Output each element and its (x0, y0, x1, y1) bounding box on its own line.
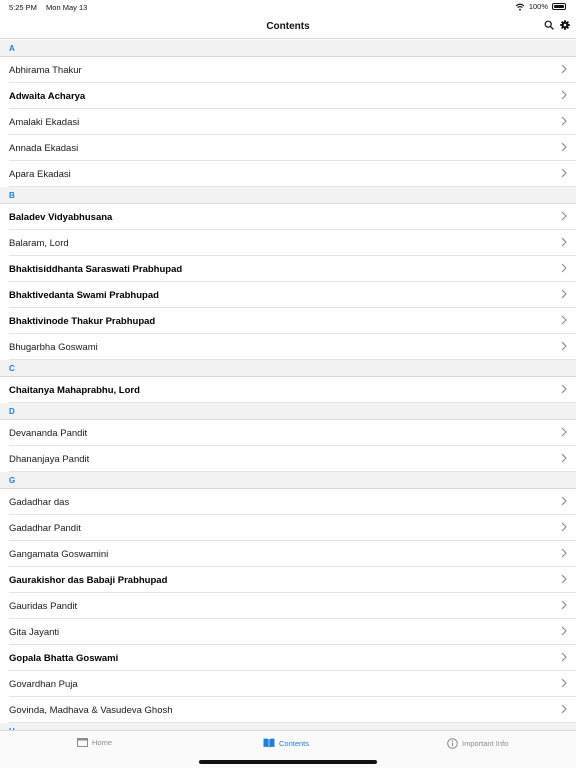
list-item-label: Baladev Vidyabhusana (9, 212, 113, 223)
list-item-label: Bhaktivedanta Swami Prabhupad (9, 290, 159, 301)
tab-important-info[interactable]: Important Info (447, 738, 508, 749)
list-item-label: Amalaki Ekadasi (9, 117, 80, 128)
chevron-right-icon (561, 496, 567, 506)
chevron-right-icon (561, 652, 567, 662)
info-icon (447, 738, 458, 749)
tab-contents[interactable]: Contents (263, 738, 309, 748)
status-bar: 5:25 PM Mon May 13 100% (0, 0, 576, 14)
list-item[interactable]: Balaram, Lord (9, 230, 576, 256)
nav-actions (544, 20, 570, 30)
tab-contents-label: Contents (279, 738, 310, 748)
status-right: 100% (515, 2, 566, 11)
battery-icon (552, 3, 566, 10)
list-item[interactable]: Gaurakishor das Babaji Prabhupad (9, 567, 576, 593)
list-item[interactable]: Bhaktisiddhanta Saraswati Prabhupad (9, 256, 576, 282)
list-item-label: Devananda Pandit (9, 428, 88, 439)
chevron-right-icon (561, 90, 567, 100)
chevron-right-icon (561, 315, 567, 325)
section-header: D (0, 403, 576, 420)
list-item-label: Gauridas Pandit (9, 601, 78, 612)
list-item-label: Gangamata Goswamini (9, 549, 109, 560)
list-item[interactable]: Gita Jayanti (9, 619, 576, 645)
status-date: Mon May 13 (46, 3, 88, 12)
battery-percent: 100% (528, 2, 548, 11)
chevron-right-icon (561, 548, 567, 558)
list-item-label: Dhananjaya Pandit (9, 454, 90, 465)
chevron-right-icon (561, 237, 567, 247)
section-header: C (0, 360, 576, 377)
list-item[interactable]: Bhaktivedanta Swami Prabhupad (9, 282, 576, 308)
list-item-label: Balaram, Lord (9, 238, 69, 249)
home-icon (77, 738, 88, 747)
list-item[interactable]: Gadadhar Pandit (9, 515, 576, 541)
page-title: Contents (266, 21, 310, 32)
list-item[interactable]: Abhirama Thakur (9, 57, 576, 83)
section-header: A (0, 40, 576, 57)
list-item-label: Gadadhar Pandit (9, 523, 81, 534)
list-item-label: Abhirama Thakur (9, 65, 82, 76)
status-left: 5:25 PM Mon May 13 (9, 3, 94, 12)
list-item[interactable]: Gopala Bhatta Goswami (9, 645, 576, 671)
chevron-right-icon (561, 574, 567, 584)
chevron-right-icon (561, 427, 567, 437)
list-item[interactable]: Bhugarbha Goswami (9, 334, 576, 360)
gear-icon[interactable] (560, 20, 570, 30)
list-item-label: Bhugarbha Goswami (9, 342, 98, 353)
tab-home[interactable]: Home (77, 738, 112, 747)
list-item-label: Gadadhar das (9, 497, 70, 508)
list-item[interactable]: Gadadhar das (9, 489, 576, 515)
list-item-label: Bhaktivinode Thakur Prabhupad (9, 316, 156, 327)
chevron-right-icon (561, 263, 567, 273)
list-item[interactable]: Chaitanya Mahaprabhu, Lord (9, 377, 576, 403)
list-item-label: Annada Ekadasi (9, 143, 79, 154)
chevron-right-icon (561, 211, 567, 221)
chevron-right-icon (561, 626, 567, 636)
nav-bar: Contents (0, 14, 576, 39)
list-item[interactable]: Bhaktivinode Thakur Prabhupad (9, 308, 576, 334)
list-item[interactable]: Amalaki Ekadasi (9, 109, 576, 135)
list-item-label: Gaurakishor das Babaji Prabhupad (9, 575, 168, 586)
chevron-right-icon (561, 704, 567, 714)
list-item-label: Bhaktisiddhanta Saraswati Prabhupad (9, 264, 183, 275)
list-item-label: Gita Jayanti (9, 627, 60, 638)
list-item[interactable]: Apara Ekadasi (9, 161, 576, 187)
chevron-right-icon (561, 600, 567, 610)
list-item[interactable]: Gangamata Goswamini (9, 541, 576, 567)
chevron-right-icon (561, 384, 567, 394)
list-item-label: Gopala Bhatta Goswami (9, 653, 119, 664)
chevron-right-icon (561, 453, 567, 463)
status-time: 5:25 PM (9, 3, 37, 12)
list-item[interactable]: Baladev Vidyabhusana (9, 204, 576, 230)
list-item-label: Chaitanya Mahaprabhu, Lord (9, 385, 140, 396)
list-item[interactable]: Gauridas Pandit (9, 593, 576, 619)
list-item-label: Govardhan Puja (9, 679, 78, 690)
chevron-right-icon (561, 142, 567, 152)
book-icon (263, 738, 275, 748)
chevron-right-icon (561, 289, 567, 299)
list-item-label: Apara Ekadasi (9, 169, 71, 180)
chevron-right-icon (561, 168, 567, 178)
chevron-right-icon (561, 116, 567, 126)
tab-home-label: Home (92, 738, 113, 747)
section-header: B (0, 187, 576, 204)
list-item[interactable]: Devananda Pandit (9, 420, 576, 446)
list-item[interactable]: Adwaita Acharya (9, 83, 576, 109)
chevron-right-icon (561, 64, 567, 74)
home-indicator (199, 760, 377, 764)
list-item[interactable]: Annada Ekadasi (9, 135, 576, 161)
chevron-right-icon (561, 678, 567, 688)
section-header: G (0, 472, 576, 489)
wifi-icon (515, 3, 525, 10)
list-item-label: Govinda, Madhava & Vasudeva Ghosh (9, 705, 173, 716)
contents-list[interactable]: A Abhirama Thakur Adwaita Acharya Amalaki E… (0, 40, 576, 730)
list-item-label: Adwaita Acharya (9, 91, 86, 102)
search-icon[interactable] (544, 20, 554, 30)
list-item[interactable]: Govinda, Madhava & Vasudeva Ghosh (9, 697, 576, 723)
tab-info-label: Important Info (462, 739, 509, 748)
chevron-right-icon (561, 522, 567, 532)
section-header: H (0, 723, 576, 730)
list-item[interactable]: Dhananjaya Pandit (9, 446, 576, 472)
chevron-right-icon (561, 341, 567, 351)
list-item[interactable]: Govardhan Puja (9, 671, 576, 697)
